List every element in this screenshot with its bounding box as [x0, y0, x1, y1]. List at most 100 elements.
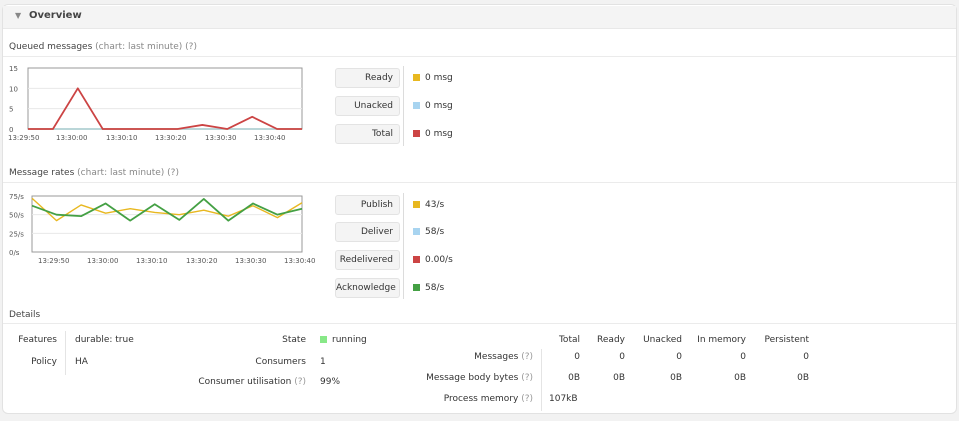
deliver-value: 58/s — [425, 227, 445, 237]
row-label-messages: Messages (?) — [380, 352, 533, 362]
x-tick-label: 13:30:00 — [87, 257, 118, 265]
consumers-label: Consumers — [255, 357, 306, 367]
x-tick-label: 13:30:10 — [136, 257, 167, 265]
body-bytes-label: Message body bytes — [426, 373, 519, 383]
legend-label-redelivered: Redelivered — [335, 250, 400, 270]
policy-value: HA — [75, 357, 88, 367]
utilisation-value: 99% — [320, 377, 341, 387]
x-tick-label: 13:30:30 — [235, 257, 266, 265]
legend-value-redelivered: 0.00/s — [413, 254, 453, 266]
column-header-in-memory: In memory — [697, 335, 746, 345]
divider — [3, 182, 956, 183]
state-indicator — [320, 336, 327, 343]
table-cell: 0 — [803, 352, 809, 362]
deliver-swatch — [413, 228, 420, 235]
message-rates-chart: 0/s 25/s 50/s 75/s 13:29:50 13:30:00 13:30:10 1… — [9, 193, 315, 265]
y-tick-label: 0/s — [9, 249, 20, 257]
y-tick-label: 15 — [9, 65, 18, 73]
state-text: running — [332, 335, 367, 345]
app-frame: ▼ Overview Queued messages (chart: last … — [0, 0, 959, 421]
unacked-value: 0 msg — [425, 101, 453, 111]
redelivered-swatch — [413, 256, 420, 263]
legend-value-unacked: 0 msg — [413, 100, 453, 112]
message-rates-heading: Message rates (chart: last minute) (?) — [9, 168, 179, 178]
details-separator — [65, 331, 66, 375]
queued-title: Queued messages — [9, 42, 93, 52]
legend-label-total: Total — [335, 124, 400, 144]
row-label-process-memory: Process memory (?) — [380, 394, 533, 404]
table-cell: 0B — [797, 373, 809, 383]
legend-value-acknowledge: 58/s — [413, 282, 444, 294]
utilisation-label-text: Consumer utilisation — [198, 377, 292, 387]
queued-subtitle[interactable]: (chart: last minute) (?) — [95, 42, 197, 52]
total-value: 0 msg — [425, 129, 453, 139]
policy-label: Policy — [31, 357, 57, 367]
body-bytes-help-link[interactable]: (?) — [521, 373, 533, 383]
x-tick-label: 13:30:30 — [205, 134, 236, 142]
column-header-persistent: Persistent — [764, 335, 809, 345]
legend-value-deliver: 58/s — [413, 226, 444, 238]
table-cell: 0B — [613, 373, 625, 383]
legend-separator — [403, 193, 404, 299]
legend-value-publish: 43/s — [413, 199, 444, 211]
overview-section-toggle[interactable]: ▼ Overview — [3, 6, 956, 29]
unacked-swatch — [413, 102, 420, 109]
table-cell: 0 — [574, 352, 580, 362]
table-separator — [541, 349, 542, 411]
rates-subtitle[interactable]: (chart: last minute) (?) — [77, 168, 179, 178]
divider — [3, 56, 956, 57]
process-memory-help-link[interactable]: (?) — [521, 394, 533, 404]
publish-swatch — [413, 201, 420, 208]
collapse-triangle-icon: ▼ — [15, 11, 22, 20]
x-tick-label: 13:30:20 — [186, 257, 217, 265]
table-cell: 0 — [676, 352, 682, 362]
row-label-message-body-bytes: Message body bytes (?) — [380, 373, 533, 383]
y-tick-label: 10 — [9, 85, 18, 93]
state-value: running — [320, 335, 367, 345]
x-tick-label: 13:29:50 — [38, 257, 69, 265]
column-header-ready: Ready — [597, 335, 625, 345]
legend-label-deliver: Deliver — [335, 222, 400, 242]
redelivered-value: 0.00/s — [425, 255, 453, 265]
queued-messages-chart: 0 5 10 15 13:29:50 13:30:00 13:30:10 13:30:20 13… — [8, 65, 303, 142]
legend-label-acknowledge: Acknowledge — [335, 278, 400, 298]
table-cell: 0 — [619, 352, 625, 362]
y-tick-label: 0 — [9, 126, 13, 134]
legend-value-ready: 0 msg — [413, 72, 453, 84]
details-heading: Details — [9, 310, 41, 320]
x-tick-label: 13:30:40 — [284, 257, 315, 265]
process-memory-label: Process memory — [443, 394, 519, 404]
rates-title: Message rates — [9, 168, 75, 178]
x-tick-label: 13:30:10 — [106, 134, 137, 142]
overview-title: Overview — [29, 10, 82, 21]
x-tick-label: 13:30:40 — [254, 134, 285, 142]
x-tick-label: 13:30:00 — [56, 134, 87, 142]
features-value: durable: true — [75, 335, 134, 345]
plot-area — [31, 195, 303, 253]
utilisation-label: Consumer utilisation (?) — [160, 377, 306, 387]
y-tick-label: 75/s — [9, 193, 24, 201]
ready-value: 0 msg — [425, 73, 453, 83]
publish-value: 43/s — [425, 200, 445, 210]
table-cell: 0B — [734, 373, 746, 383]
table-cell: 107kB — [549, 394, 578, 404]
features-label: Features — [18, 335, 57, 345]
acknowledge-value: 58/s — [425, 283, 445, 293]
legend-label-ready: Ready — [335, 68, 400, 88]
state-label: State — [282, 335, 306, 345]
table-cell: 0B — [568, 373, 580, 383]
messages-label: Messages — [474, 352, 519, 362]
column-header-unacked: Unacked — [643, 335, 682, 345]
messages-help-link[interactable]: (?) — [521, 352, 533, 362]
x-tick-label: 13:29:50 — [8, 134, 39, 142]
legend-value-total: 0 msg — [413, 128, 453, 140]
y-tick-label: 5 — [9, 106, 13, 114]
table-cell: 0B — [670, 373, 682, 383]
table-cell: 0 — [740, 352, 746, 362]
x-tick-label: 13:30:20 — [155, 134, 186, 142]
ready-swatch — [413, 74, 420, 81]
utilisation-help-link[interactable]: (?) — [294, 377, 306, 387]
consumers-value: 1 — [320, 357, 326, 367]
column-header-total: Total — [558, 335, 580, 345]
acknowledge-swatch — [413, 284, 420, 291]
